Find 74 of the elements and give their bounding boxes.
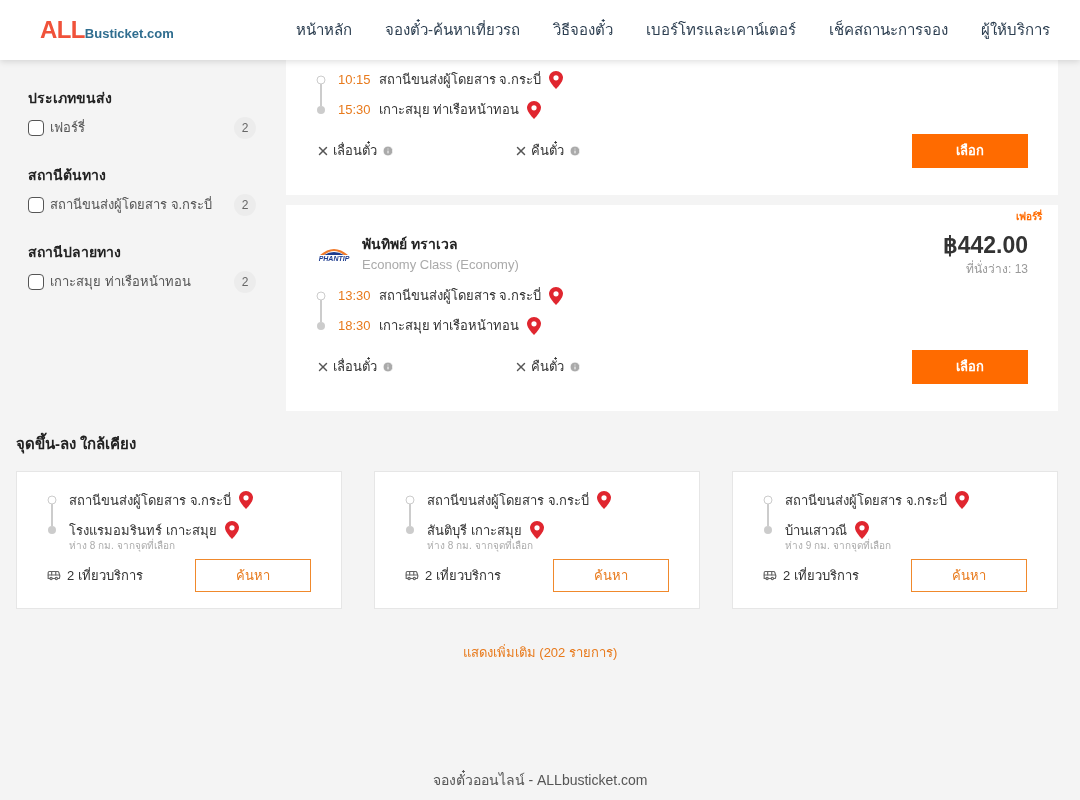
map-pin-icon — [548, 71, 563, 89]
policy-label: เลื่อนตั๋ว — [333, 141, 377, 161]
station-name: สถานีขนส่งผู้โดยสาร จ.กระบี่ — [378, 286, 541, 306]
map-pin-icon — [224, 521, 239, 540]
policy-label: เลื่อนตั๋ว — [333, 357, 377, 376]
info-icon[interactable] — [382, 360, 394, 373]
bus-icon — [763, 568, 777, 583]
checkbox[interactable] — [28, 120, 44, 136]
departure-time: 18:30 — [338, 317, 371, 335]
nav-link[interactable]: วิธีจองตั๋ว — [553, 18, 613, 42]
filter-heading: สถานีต้นทาง — [28, 166, 107, 185]
map-pin-icon — [955, 491, 970, 510]
filter-option[interactable]: สถานีขนส่งผู้โดยสาร จ.กระบี่ — [50, 195, 228, 215]
nav-link[interactable]: เบอร์โทรและเคาน์เตอร์ — [646, 18, 796, 42]
nav-link[interactable]: หน้าหลัก — [296, 18, 352, 42]
distance-note: ห่าง 8 กม. จากจุดที่เลือก — [69, 540, 175, 553]
transport-type-label: เฟอร์รี่ — [1016, 209, 1042, 224]
price: ฿442.00 — [942, 231, 1028, 260]
nav-link[interactable]: จองตั๋ว-ค้นหาเที่ยวรถ — [385, 18, 520, 42]
info-icon[interactable] — [569, 360, 581, 373]
filter-option[interactable]: เกาะสมุย ท่าเรือหน้าทอน — [50, 272, 228, 292]
departure-time: 13:30 — [338, 287, 371, 305]
nav-link[interactable]: ผู้ให้บริการ — [981, 18, 1050, 42]
policy-label: คืนตั๋ว — [531, 141, 564, 161]
route-line-icon — [405, 495, 415, 536]
operator-name: พันทิพย์ ทราเวล — [362, 235, 459, 255]
count-badge: 2 — [234, 194, 256, 216]
station-name: เกาะสมุย ท่าเรือหน้าทอน — [378, 101, 520, 120]
bus-icon — [47, 568, 61, 583]
cross-icon — [514, 144, 528, 158]
departure-time: 15:30 — [338, 101, 371, 120]
nav-link[interactable]: เช็คสถานะการจอง — [829, 18, 948, 42]
distance-note: ห่าง 9 กม. จากจุดที่เลือก — [785, 540, 892, 553]
info-icon[interactable] — [569, 145, 581, 157]
map-pin-icon — [529, 521, 544, 540]
policy-label: คืนตั๋ว — [531, 357, 564, 376]
station-name: เกาะสมุย ท่าเรือหน้าทอน — [378, 317, 520, 336]
info-icon[interactable] — [382, 145, 394, 157]
count-badge: 2 — [234, 117, 256, 139]
station-name: สถานีขนส่งผู้โดยสาร จ.กระบี่ — [427, 491, 590, 510]
distance-note: ห่าง 8 กม. จากจุดที่เลือก — [427, 540, 534, 553]
section-heading: จุดขึ้น-ลง ใกล้เคียง — [16, 432, 138, 456]
station-name: บ้านเสาวณี — [785, 521, 847, 538]
station-name: โรงแรมอมรินทร์ เกาะสมุย — [69, 521, 217, 539]
map-pin-icon — [527, 101, 542, 119]
departure-time: 10:15 — [338, 71, 371, 90]
filter-heading: ประเภทขนส่ง — [28, 89, 113, 108]
count-badge: 2 — [234, 271, 256, 293]
station-name: สันติบุรี เกาะสมุย — [427, 521, 522, 539]
checkbox[interactable] — [28, 274, 44, 290]
seats-available: ที่นั่งว่าง: 13 — [966, 259, 1028, 278]
station-name: สถานีขนส่งผู้โดยสาร จ.กระบี่ — [785, 491, 948, 510]
trip-count: 2 เที่ยวบริการ — [783, 566, 859, 585]
map-pin-icon — [548, 286, 563, 305]
checkbox[interactable] — [28, 197, 44, 213]
station-name: สถานีขนส่งผู้โดยสาร จ.กระบี่ — [378, 70, 541, 90]
trip-count: 2 เที่ยวบริการ — [425, 566, 501, 585]
route-line-icon — [316, 75, 326, 115]
filter-heading: สถานีปลายทาง — [28, 243, 122, 262]
map-pin-icon — [855, 521, 869, 540]
route-line-icon — [763, 495, 773, 536]
class-label: Economy Class (Economy) — [362, 256, 519, 275]
map-pin-icon — [527, 316, 542, 335]
trip-count: 2 เที่ยวบริการ — [67, 566, 143, 585]
filter-option[interactable]: เฟอร์รี่ — [50, 118, 228, 138]
site-logo[interactable]: ALLBusticket.com — [40, 12, 174, 48]
route-line-icon — [47, 495, 57, 536]
map-pin-icon — [597, 491, 612, 510]
station-name: สถานีขนส่งผู้โดยสาร จ.กระบี่ — [69, 491, 232, 510]
bus-icon — [405, 568, 419, 583]
cross-icon — [316, 144, 330, 158]
route-line-icon — [316, 290, 326, 331]
map-pin-icon — [239, 491, 254, 510]
footer-text: จองตั๋วออนไลน์ - ALLbusticket.com — [432, 770, 648, 791]
